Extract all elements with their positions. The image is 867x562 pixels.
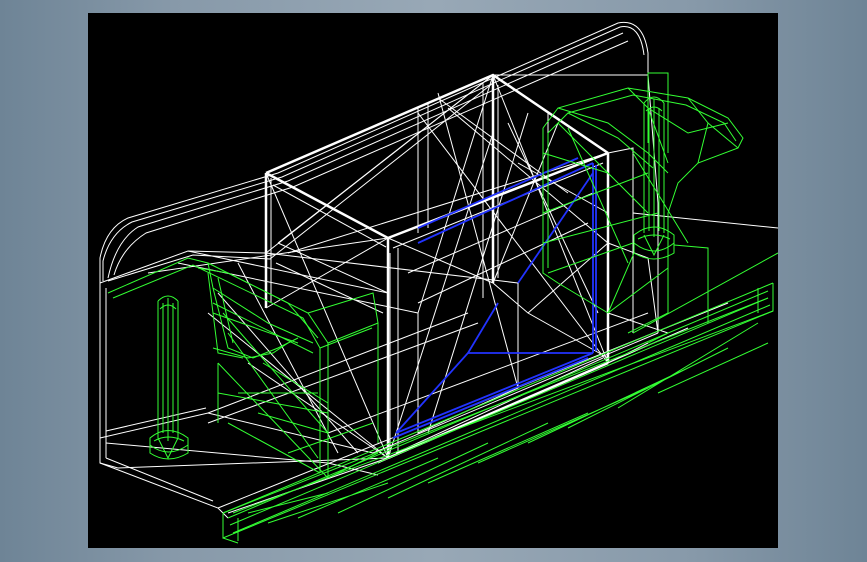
wireframe-drawing — [99, 21, 778, 544]
hidden-edges — [392, 157, 597, 439]
housing-wireframe — [99, 21, 778, 519]
clamp-wireframe — [107, 72, 778, 544]
cad-viewport[interactable] — [88, 13, 778, 548]
